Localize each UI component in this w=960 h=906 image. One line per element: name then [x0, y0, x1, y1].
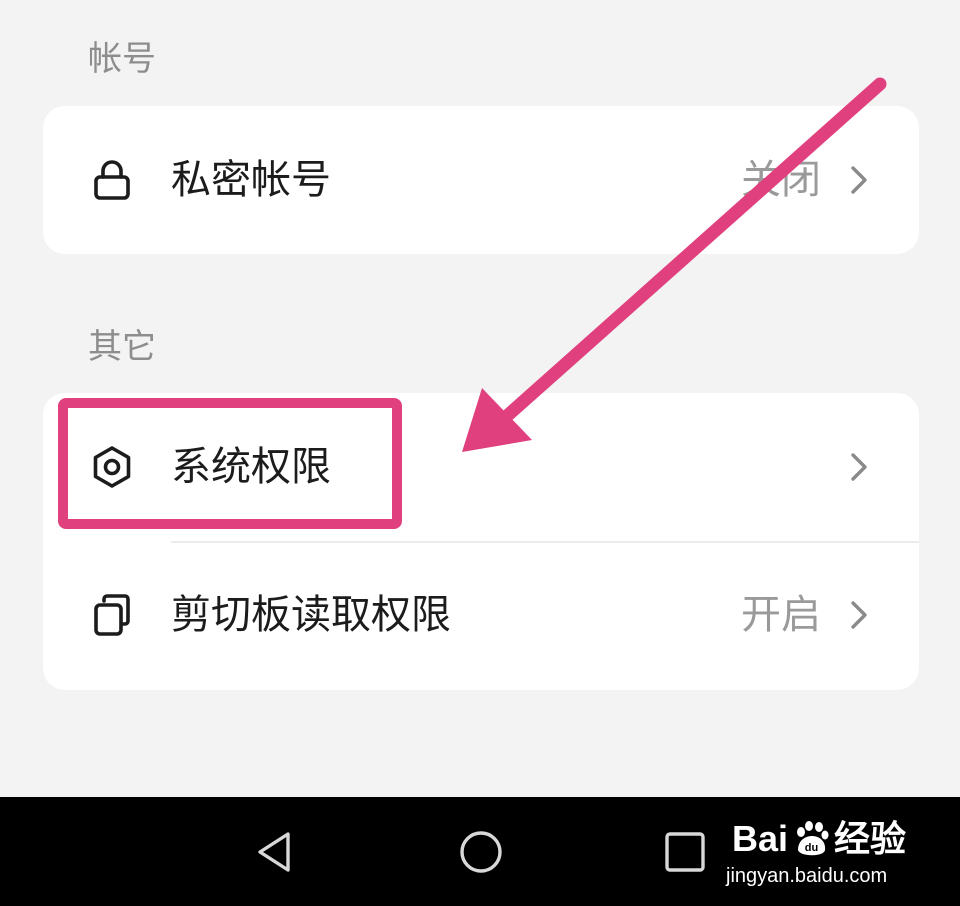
section-title-account: 帐号	[88, 39, 156, 79]
back-icon[interactable]	[250, 826, 302, 878]
clipboard-copy-icon	[89, 592, 135, 638]
row-value-private-account: 关闭	[741, 157, 821, 203]
row-clipboard-permission[interactable]: 剪切板读取权限 开启	[43, 541, 919, 689]
row-label-private-account: 私密帐号	[171, 157, 331, 203]
row-value-clipboard-permission: 开启	[741, 592, 821, 638]
lock-icon	[89, 157, 135, 203]
chevron-right-icon	[847, 163, 871, 197]
card-other: 系统权限 剪切板读取权限 开启	[43, 393, 919, 690]
section-title-other: 其它	[88, 327, 156, 367]
watermark-brand: Bai du 经验	[732, 820, 906, 858]
chevron-right-icon	[847, 450, 871, 484]
hexagon-settings-icon	[89, 444, 135, 490]
watermark-brand-left: Bai	[732, 818, 789, 859]
watermark-url: jingyan.baidu.com	[726, 865, 888, 887]
paw-icon: du	[792, 820, 830, 858]
row-private-account[interactable]: 私密帐号 关闭	[43, 106, 919, 254]
recents-icon[interactable]	[659, 826, 711, 878]
watermark-brand-right: 经验	[834, 818, 907, 859]
chevron-right-icon	[847, 598, 871, 632]
home-icon[interactable]	[455, 826, 507, 878]
row-label-system-permissions: 系统权限	[171, 444, 331, 490]
card-account: 私密帐号 关闭	[43, 106, 919, 254]
row-label-clipboard-permission: 剪切板读取权限	[171, 592, 451, 638]
baidu-jingyan-watermark: Bai du 经验 jingyan.baidu.com	[726, 820, 912, 890]
watermark-brand-du: du	[805, 842, 818, 854]
row-system-permissions[interactable]: 系统权限	[43, 393, 919, 541]
